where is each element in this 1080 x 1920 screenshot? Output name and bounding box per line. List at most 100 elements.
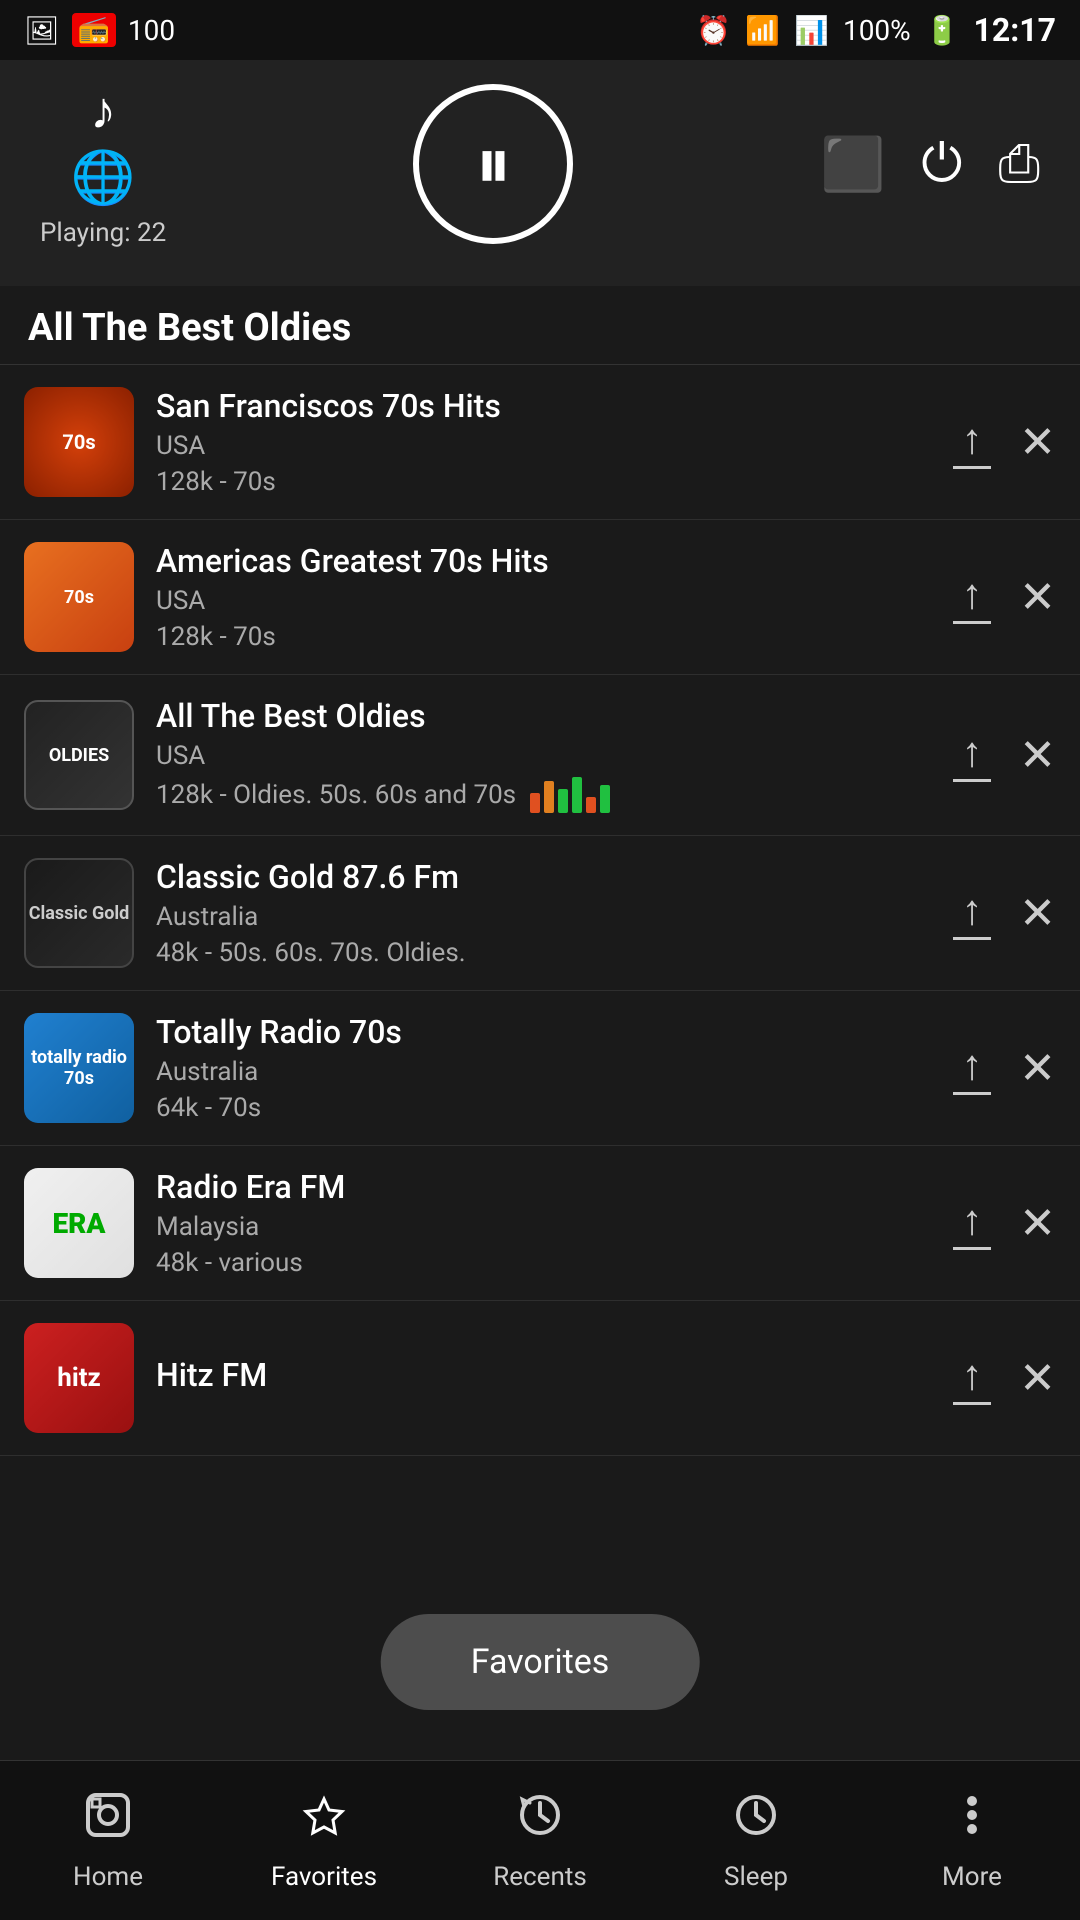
nav-item-recents[interactable]: Recents [432, 1789, 648, 1892]
radio-meta: 64k - 70s [156, 1093, 931, 1123]
eq-bar [586, 797, 596, 813]
favorites-toast-label: Favorites [471, 1642, 610, 1682]
radio-name: Radio Era FM [156, 1168, 931, 1206]
radio-name: All The Best Oldies [156, 697, 931, 735]
radio-app-icon: 📻 [72, 13, 116, 47]
move-up-underline [953, 1402, 991, 1405]
radio-info: All The Best Oldies USA 128k - Oldies. 50s… [156, 697, 931, 813]
radio-info: Americas Greatest 70s HitsUSA128k - 70s [156, 542, 931, 652]
radio-meta: 128k - 70s [156, 622, 931, 652]
radio-item[interactable]: 70sAmericas Greatest 70s HitsUSA128k - 7… [0, 520, 1080, 675]
radio-thumbnail: hitz [24, 1323, 134, 1433]
radio-actions: ↑✕ [953, 415, 1056, 469]
radio-item[interactable]: totally radio 70s Totally Radio 70s Austra… [0, 991, 1080, 1146]
radio-info: Classic Gold 87.6 FmAustralia48k - 50s. … [156, 858, 931, 968]
nav-item-more[interactable]: More [864, 1789, 1080, 1892]
nav-recents-icon [514, 1789, 566, 1854]
radio-name: Classic Gold 87.6 Fm [156, 858, 931, 896]
move-up-button[interactable]: ↑ [953, 886, 991, 940]
radio-thumbnail: totally radio 70s [24, 1013, 134, 1123]
status-right-icons: ⏰ 📶 📊 100% 🔋 12:17 [696, 11, 1056, 49]
radio-item[interactable]: hitzHitz FM↑✕ [0, 1301, 1080, 1456]
move-up-arrow-icon: ↑ [962, 728, 983, 777]
radio-actions: ↑✕ [953, 1351, 1056, 1405]
signal-bars-icon: 📊 [794, 14, 829, 47]
battery-label: 100% [843, 14, 911, 47]
radio-name: Americas Greatest 70s Hits [156, 542, 931, 580]
photo-icon: 🖼 [24, 14, 60, 47]
move-up-underline [953, 1247, 991, 1250]
move-up-button[interactable]: ↑ [953, 570, 991, 624]
remove-icon[interactable]: ✕ [1019, 729, 1056, 781]
radio-info: Totally Radio 70s Australia 64k - 70s [156, 1013, 931, 1123]
wifi-icon: 📶 [745, 14, 780, 47]
remove-icon[interactable]: ✕ [1019, 887, 1056, 939]
music-icon[interactable]: ♪ [90, 80, 116, 141]
stop-icon[interactable]: ⬛ [820, 134, 885, 195]
radio-item[interactable]: ERARadio Era FMMalaysia48k - various↑✕ [0, 1146, 1080, 1301]
radio-country: Australia [156, 1057, 931, 1087]
move-up-button[interactable]: ↑ [953, 415, 991, 469]
remove-icon[interactable]: ✕ [1019, 1352, 1056, 1404]
status-bar: 🖼 📻 100 ⏰ 📶 📊 100% 🔋 12:17 [0, 0, 1080, 60]
eq-bar [558, 789, 568, 813]
nav-home-label: Home [73, 1862, 143, 1892]
player-left-icons: ♪ 🌐 Playing: 22 [40, 80, 166, 248]
player-right-icons: ⬛ ⏻ ⎙ [820, 133, 1040, 195]
nav-item-sleep[interactable]: Sleep [648, 1789, 864, 1892]
radio-item[interactable]: Classic GoldClassic Gold 87.6 FmAustrali… [0, 836, 1080, 991]
radio-info: Hitz FM [156, 1356, 931, 1400]
nav-favorites-label: Favorites [271, 1862, 377, 1892]
move-up-arrow-icon: ↑ [962, 570, 983, 619]
radio-name: San Franciscos 70s Hits [156, 387, 931, 425]
radio-list: 70sSan Franciscos 70s HitsUSA128k - 70s↑… [0, 365, 1080, 1456]
alarm-icon: ⏰ [696, 14, 731, 47]
move-up-underline [953, 779, 991, 782]
status-signal-label: 100 [128, 14, 175, 47]
nav-item-favorites[interactable]: Favorites [216, 1789, 432, 1892]
power-icon[interactable]: ⏻ [921, 133, 962, 195]
eq-bar [572, 777, 582, 813]
radio-thumbnail: 70s [24, 387, 134, 497]
radio-name: Totally Radio 70s [156, 1013, 931, 1051]
player-controls-row: ♪ 🌐 Playing: 22 ⏸ ⬛ ⏻ ⎙ [40, 80, 1040, 248]
remove-icon[interactable]: ✕ [1019, 1042, 1056, 1094]
move-up-arrow-icon: ↑ [962, 415, 983, 464]
remove-icon[interactable]: ✕ [1019, 416, 1056, 468]
move-up-arrow-icon: ↑ [962, 1041, 983, 1090]
radio-meta: 128k - Oldies. 50s. 60s and 70s [156, 777, 931, 813]
radio-thumbnail: ERA [24, 1168, 134, 1278]
move-up-underline [953, 937, 991, 940]
pause-button[interactable]: ⏸ [413, 84, 573, 244]
move-up-arrow-icon: ↑ [962, 1196, 983, 1245]
radio-country: Malaysia [156, 1212, 931, 1242]
radio-info: San Franciscos 70s HitsUSA128k - 70s [156, 387, 931, 497]
radio-item[interactable]: OLDIESAll The Best OldiesUSA128k - Oldie… [0, 675, 1080, 836]
nav-home-icon [82, 1789, 134, 1854]
move-up-button[interactable]: ↑ [953, 1351, 991, 1405]
radio-actions: ↑✕ [953, 1196, 1056, 1250]
favorites-toast: Favorites [381, 1614, 700, 1710]
move-up-button[interactable]: ↑ [953, 1041, 991, 1095]
move-up-button[interactable]: ↑ [953, 728, 991, 782]
status-time: 12:17 [974, 11, 1056, 49]
nav-item-home[interactable]: Home [0, 1789, 216, 1892]
status-left-icons: 🖼 📻 100 [24, 13, 175, 47]
remove-icon[interactable]: ✕ [1019, 1197, 1056, 1249]
move-up-underline [953, 621, 991, 624]
radio-meta: 128k - 70s [156, 467, 931, 497]
radio-meta: 48k - 50s. 60s. 70s. Oldies. [156, 938, 931, 968]
eq-bar [530, 793, 540, 813]
nav-recents-label: Recents [493, 1862, 587, 1892]
radio-country: USA [156, 741, 931, 771]
player-header: ♪ 🌐 Playing: 22 ⏸ ⬛ ⏻ ⎙ [0, 60, 1080, 286]
move-up-button[interactable]: ↑ [953, 1196, 991, 1250]
nav-more-icon [946, 1789, 998, 1854]
share-icon[interactable]: ⎙ [998, 133, 1040, 195]
radio-actions: ↑✕ [953, 728, 1056, 782]
radio-item[interactable]: 70sSan Franciscos 70s HitsUSA128k - 70s ↑… [0, 365, 1080, 520]
move-up-underline [953, 1092, 991, 1095]
battery-icon: 🔋 [925, 14, 960, 47]
globe-icon[interactable]: 🌐 [71, 147, 136, 208]
remove-icon[interactable]: ✕ [1019, 571, 1056, 623]
